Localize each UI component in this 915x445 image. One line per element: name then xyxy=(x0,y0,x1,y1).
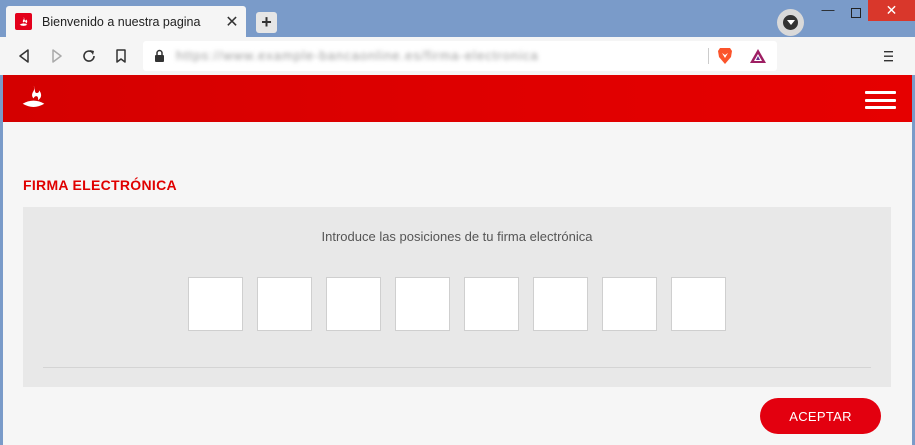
panel-divider xyxy=(43,367,871,368)
signature-position-input-4[interactable] xyxy=(395,277,450,331)
signature-panel: Introduce las posiciones de tu firma ele… xyxy=(23,207,891,387)
reload-icon[interactable] xyxy=(78,45,100,67)
signature-position-input-6[interactable] xyxy=(533,277,588,331)
window-minimize-button[interactable]: — xyxy=(818,2,838,22)
signature-positions xyxy=(188,277,726,331)
url-text: https://www.example-bancaonline.es/firma… xyxy=(176,48,539,63)
browser-toolbar: https://www.example-bancaonline.es/firma… xyxy=(0,37,915,75)
signature-position-input-1[interactable] xyxy=(188,277,243,331)
url-separator xyxy=(708,48,709,64)
santander-favicon-icon xyxy=(15,13,32,30)
tab-title: Bienvenido a nuestra pagina xyxy=(42,14,201,29)
page-title: FIRMA ELECTRÓNICA xyxy=(23,177,177,193)
window-close-button[interactable]: ✕ xyxy=(868,0,915,21)
signature-position-input-2[interactable] xyxy=(257,277,312,331)
forward-icon[interactable] xyxy=(46,45,68,67)
new-tab-button[interactable]: + xyxy=(256,12,277,33)
signature-position-input-5[interactable] xyxy=(464,277,519,331)
dropdown-button[interactable] xyxy=(777,9,804,36)
tab-strip: Bienvenido a nuestra pagina ✕ + — ✕ xyxy=(0,0,915,37)
hamburger-icon[interactable] xyxy=(865,91,896,109)
signature-position-input-8[interactable] xyxy=(671,277,726,331)
dropdown-icon xyxy=(783,15,798,30)
lock-icon xyxy=(154,49,165,68)
instruction-text: Introduce las posiciones de tu firma ele… xyxy=(321,229,593,244)
tab-close-icon[interactable]: ✕ xyxy=(220,12,244,32)
santander-flame-icon[interactable] xyxy=(20,84,47,116)
page-viewport: FIRMA ELECTRÓNICA Introduce las posicion… xyxy=(3,75,912,445)
signature-position-input-3[interactable] xyxy=(326,277,381,331)
address-bar[interactable]: https://www.example-bancaonline.es/firma… xyxy=(143,41,777,71)
browser-tab[interactable]: Bienvenido a nuestra pagina ✕ xyxy=(6,6,246,37)
back-icon[interactable] xyxy=(13,45,35,67)
brave-lion-icon[interactable] xyxy=(717,47,733,70)
signature-position-input-7[interactable] xyxy=(602,277,657,331)
site-header xyxy=(3,75,912,122)
accept-button[interactable]: ACEPTAR xyxy=(760,398,881,434)
bookmark-icon[interactable] xyxy=(110,45,132,67)
menu-icon[interactable] xyxy=(878,46,898,66)
brave-rewards-icon[interactable] xyxy=(749,48,767,69)
window-maximize-button[interactable] xyxy=(846,3,866,23)
